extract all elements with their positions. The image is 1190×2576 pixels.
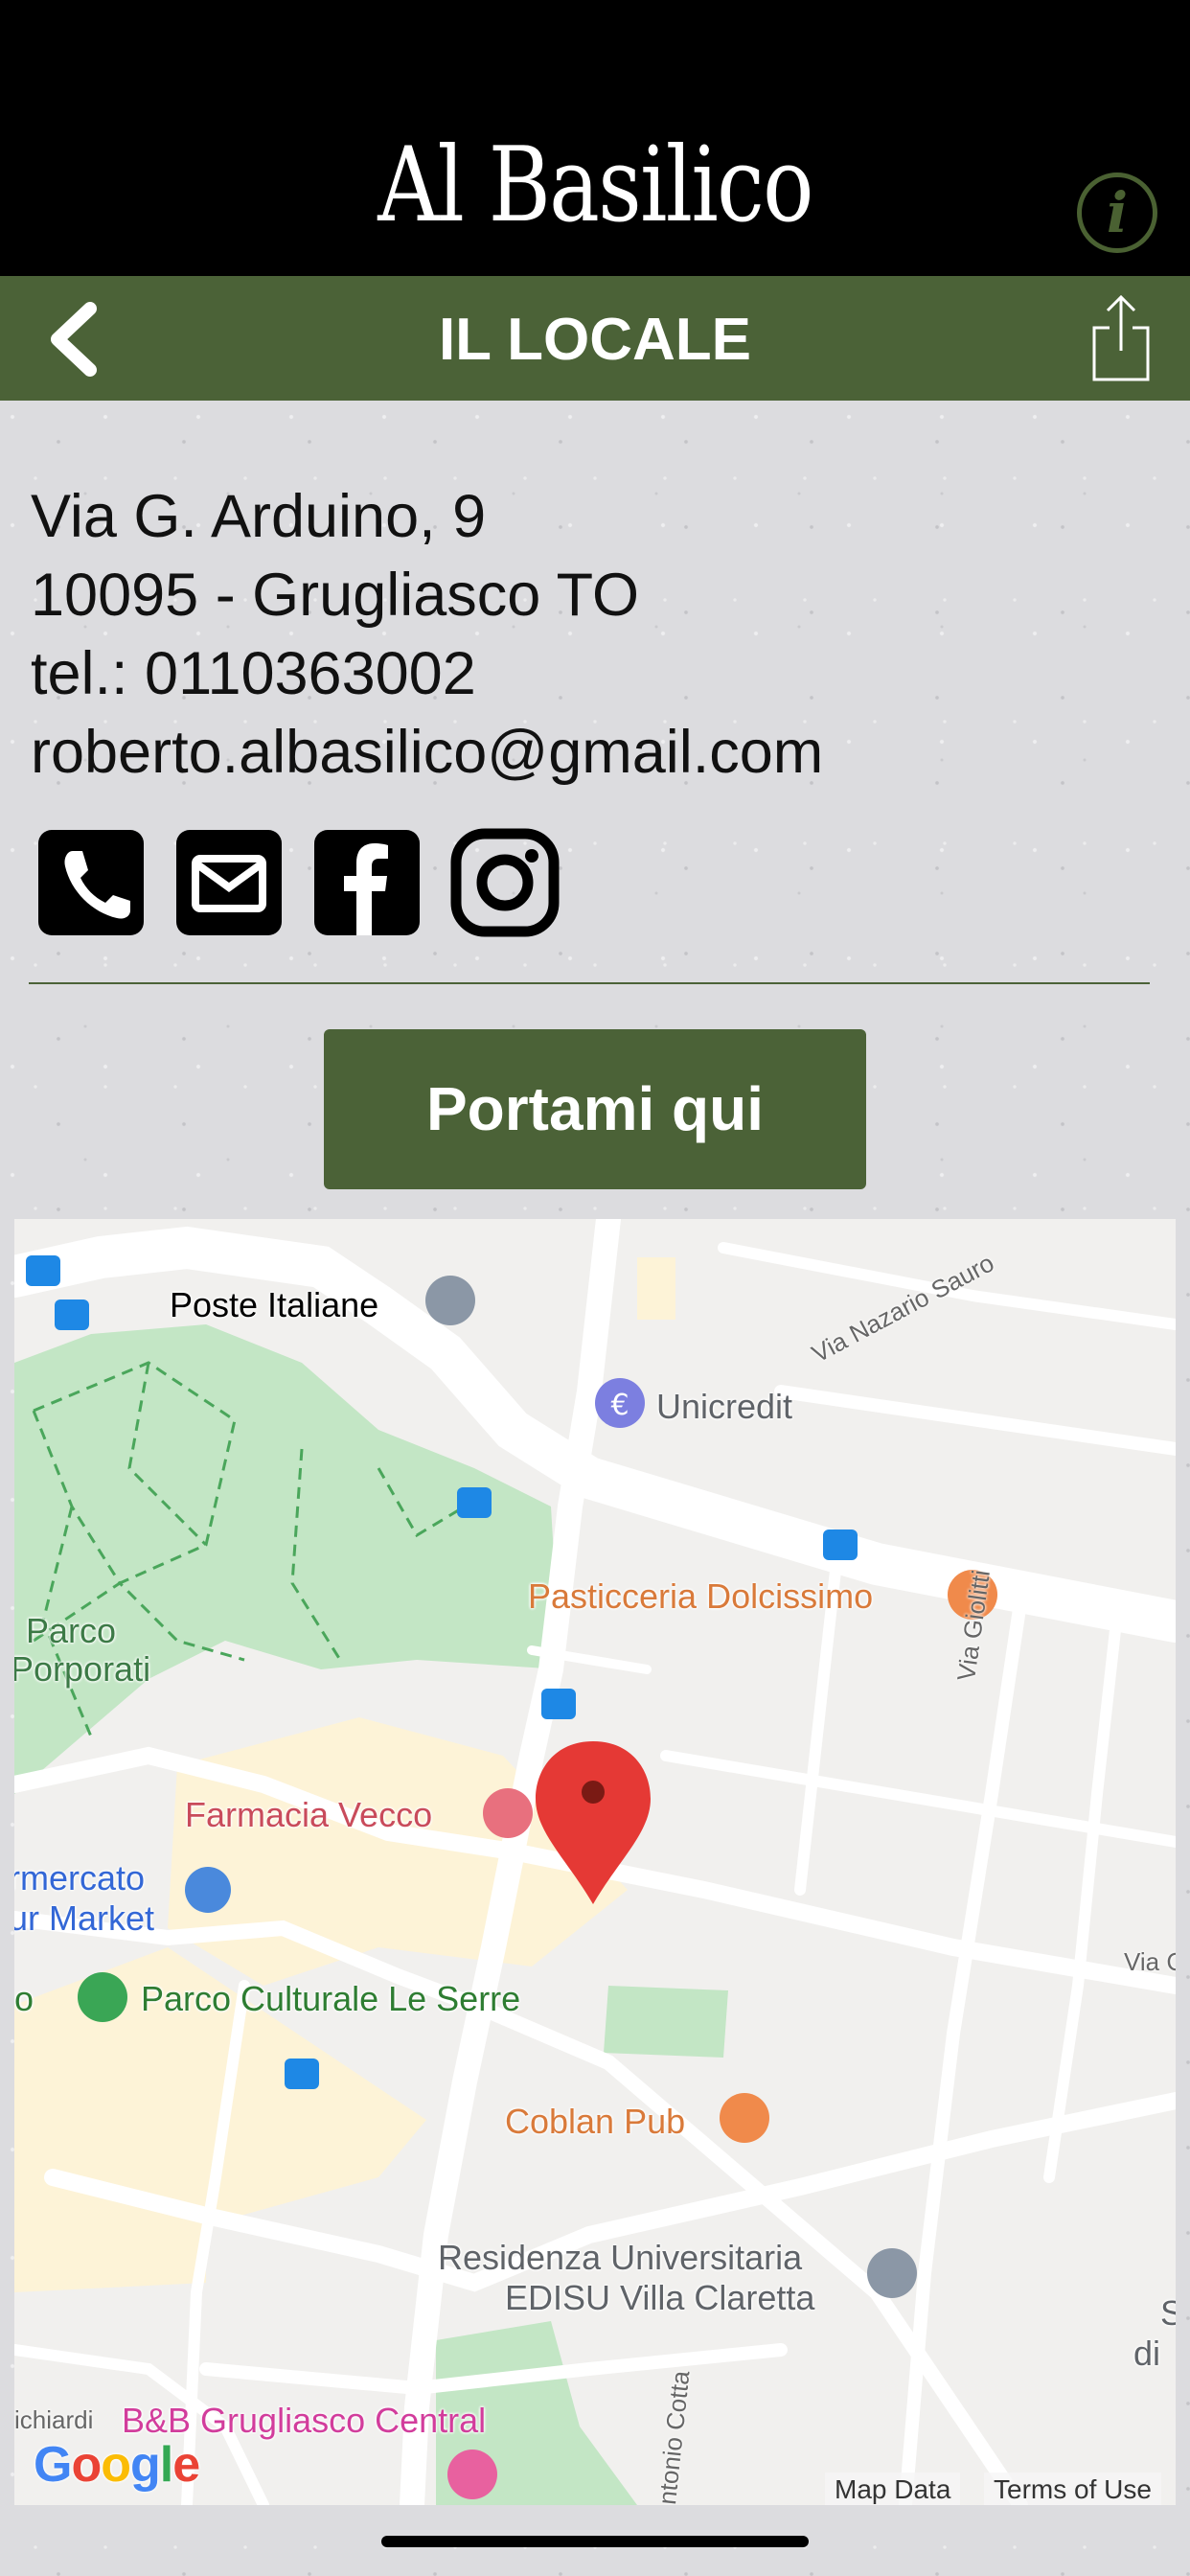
divider — [29, 982, 1150, 984]
poi-parco-serre[interactable]: Parco Culturale Le Serre — [141, 1982, 520, 2016]
envelope-icon[interactable] — [174, 828, 284, 937]
map-view[interactable]: € Poste Italiane Unicredit Pasticceria D… — [14, 1219, 1176, 2505]
poi-parco-porporati[interactable]: Parco — [26, 1614, 116, 1648]
poi-supermarket[interactable]: rmercato — [14, 1861, 145, 1896]
terms-of-use-link[interactable]: Terms of Use — [984, 2472, 1161, 2505]
contact-info: Via G. Arduino, 9 10095 - Grugliasco TO … — [31, 477, 823, 792]
poi-pasticceria[interactable]: Pasticceria Dolcissimo — [528, 1579, 873, 1614]
app-header: Al Basilico i — [0, 0, 1190, 276]
email-address[interactable]: roberto.albasilico@gmail.com — [31, 713, 823, 792]
phone-number[interactable]: tel.: 0110363002 — [31, 634, 823, 713]
poi-coblan[interactable]: Coblan Pub — [505, 2104, 685, 2139]
brand-logo: Al Basilico — [378, 126, 813, 245]
poi-poste[interactable]: Poste Italiane — [170, 1288, 378, 1322]
instagram-icon[interactable] — [450, 828, 560, 937]
page-title: IL LOCALE — [438, 307, 752, 373]
map-data-link[interactable]: Map Data — [825, 2472, 961, 2505]
share-button[interactable] — [1090, 293, 1152, 383]
address-city: 10095 - Grugliasco TO — [31, 562, 640, 629]
street-via-c: Via C — [1124, 1947, 1176, 1976]
poi-left-o: o — [14, 1979, 34, 2018]
poi-residenza[interactable]: Residenza Universitaria — [438, 2241, 802, 2275]
navigation-bar: IL LOCALE — [0, 276, 1190, 401]
google-logo: Google — [34, 2437, 200, 2493]
poi-edge-di: di — [1133, 2334, 1161, 2373]
svg-text:€: € — [610, 1389, 629, 1422]
directions-button[interactable]: Portami qui — [324, 1029, 866, 1189]
info-icon[interactable]: i — [1077, 172, 1157, 253]
share-icon — [1092, 294, 1150, 381]
address-street: Via G. Arduino, 9 — [31, 483, 487, 550]
poi-bb[interactable]: B&B Grugliasco Central — [122, 2404, 486, 2438]
poi-farmacia[interactable]: Farmacia Vecco — [185, 1798, 432, 1832]
poi-supermarket-2[interactable]: ur Market — [14, 1901, 154, 1936]
poi-parco-porporati-2[interactable]: Porporati — [14, 1652, 150, 1687]
phone-icon[interactable] — [36, 828, 146, 937]
home-indicator[interactable] — [381, 2536, 809, 2547]
poi-unicredit[interactable]: Unicredit — [656, 1390, 792, 1424]
poi-residenza-2[interactable]: EDISU Villa Claretta — [505, 2281, 814, 2315]
street-ichiardi: ichiardi — [14, 2405, 94, 2434]
facebook-icon[interactable] — [312, 828, 422, 937]
poi-edge-s: S — [1160, 2293, 1176, 2333]
